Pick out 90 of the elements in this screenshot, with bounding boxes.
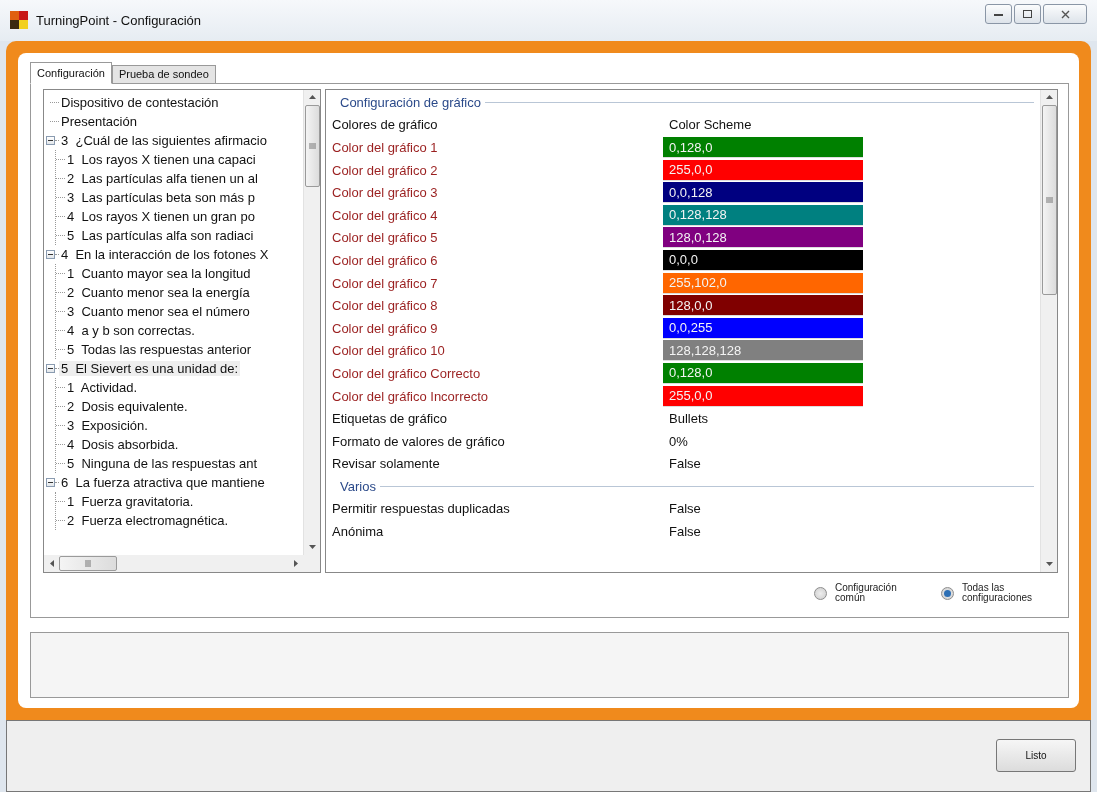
property-value[interactable]: Bullets xyxy=(663,411,863,427)
tree-item[interactable]: 5 Todas las respuestas anterior xyxy=(65,341,254,357)
property-name: Color del gráfico 4 xyxy=(332,207,439,223)
color-swatch[interactable]: 128,0,0 xyxy=(663,295,863,317)
done-button[interactable]: Listo xyxy=(996,739,1076,773)
property-name: Permitir respuestas duplicadas xyxy=(332,500,511,516)
property-name: Revisar solamente xyxy=(332,456,441,472)
property-name: Color del gráfico 1 xyxy=(332,140,439,155)
maximize-icon xyxy=(1023,10,1032,19)
property-name: Etiquetas de gráfico xyxy=(332,411,448,427)
property-name: Color del gráfico 6 xyxy=(332,252,439,268)
tree-item[interactable]: 4 En la interacción de los fotones X xyxy=(59,246,271,262)
property-value[interactable]: False xyxy=(663,523,863,539)
property-value[interactable]: Color Scheme xyxy=(663,117,863,133)
section-title: Configuración de gráfico xyxy=(340,95,481,111)
tree-item[interactable]: 6 La fuerza atractiva que mantiene xyxy=(59,474,267,490)
collapse-icon[interactable] xyxy=(46,249,55,259)
color-swatch[interactable]: 0,128,128 xyxy=(663,204,863,226)
property-name: Color del gráfico 7 xyxy=(332,275,439,291)
property-name: Color del gráfico Incorrecto xyxy=(332,388,490,404)
tree-item[interactable]: 3 Cuanto menor sea el número xyxy=(65,303,252,319)
color-swatch[interactable]: 0,0,128 xyxy=(663,182,863,204)
property-value[interactable]: 0% xyxy=(663,433,863,449)
scrollbar[interactable] xyxy=(44,554,303,572)
scroll-right-icon[interactable] xyxy=(293,559,298,567)
tree-item[interactable]: 1 Actividad. xyxy=(65,379,140,395)
scroll-up-icon[interactable] xyxy=(308,95,316,100)
tree-item[interactable]: 1 Cuanto mayor sea la longitud xyxy=(65,265,253,281)
radio-option[interactable]: Configuración común xyxy=(814,582,913,604)
minimize-button[interactable] xyxy=(985,4,1012,25)
color-swatch[interactable]: 0,128,0 xyxy=(663,362,863,384)
color-swatch[interactable]: 255,0,0 xyxy=(663,385,863,407)
scroll-up-icon[interactable] xyxy=(1045,95,1053,100)
grip-icon xyxy=(85,559,91,567)
app-logo-icon xyxy=(10,11,28,30)
property-name: Color del gráfico 3 xyxy=(332,185,439,201)
section-title: Varios xyxy=(340,478,376,494)
tree-item[interactable]: 5 El Sievert es una unidad de: xyxy=(59,360,241,376)
tree-item[interactable]: 3 Las partículas beta son más p xyxy=(65,189,257,205)
maximize-button[interactable] xyxy=(1014,4,1041,25)
tree-item[interactable]: Dispositivo de contestación xyxy=(59,94,221,110)
property-name: Color del gráfico 8 xyxy=(332,298,439,314)
color-swatch[interactable]: 0,0,0 xyxy=(663,249,863,271)
scroll-down-icon[interactable] xyxy=(308,545,316,550)
radio-icon[interactable] xyxy=(814,586,827,600)
tab[interactable]: Configuración xyxy=(30,61,112,84)
property-value[interactable]: False xyxy=(663,456,863,472)
color-swatch[interactable]: 128,128,128 xyxy=(663,340,863,362)
tree-item[interactable]: 2 Las partículas alfa tienen un al xyxy=(65,170,260,186)
grip-icon xyxy=(1045,196,1053,203)
tree-item[interactable]: 4 a y b son correctas. xyxy=(65,322,197,338)
tree-item[interactable]: 1 Los rayos X tienen una capaci xyxy=(65,151,258,167)
color-swatch[interactable]: 255,0,0 xyxy=(663,159,863,181)
tree-item[interactable]: 3 Exposición. xyxy=(65,417,150,433)
property-name: Color del gráfico 5 xyxy=(332,230,439,246)
tree-item[interactable]: 2 Dosis equivalente. xyxy=(65,398,190,414)
tab[interactable]: Prueba de sondeo xyxy=(111,64,216,84)
scroll-left-icon[interactable] xyxy=(49,559,54,567)
tree-item[interactable]: 4 Los rayos X tienen un gran po xyxy=(65,208,257,224)
property-value[interactable]: False xyxy=(663,500,863,516)
tree-item[interactable]: 1 Fuerza gravitatoria. xyxy=(65,493,196,509)
color-swatch[interactable]: 128,0,128 xyxy=(663,227,863,249)
tree-item[interactable]: 4 Dosis absorbida. xyxy=(65,436,181,452)
color-swatch[interactable]: 0,0,255 xyxy=(663,317,863,339)
collapse-icon[interactable] xyxy=(46,477,55,487)
tree-item[interactable]: 2 Fuerza electromagnética. xyxy=(65,512,231,528)
tree-item[interactable]: 5 Ninguna de las respuestas ant xyxy=(65,455,260,471)
tree-item[interactable]: 5 Las partículas alfa son radiaci xyxy=(65,227,256,243)
scroll-down-icon[interactable] xyxy=(1045,562,1053,567)
property-name: Formato de valores de gráfico xyxy=(332,433,506,449)
grip-icon xyxy=(308,142,316,149)
property-name: Color del gráfico 10 xyxy=(332,343,446,359)
tree-item[interactable]: Presentación xyxy=(59,113,139,129)
scrollbar[interactable] xyxy=(1040,89,1057,572)
property-name: Color del gráfico Correcto xyxy=(332,365,482,381)
property-name: Color del gráfico 9 xyxy=(332,320,439,336)
radio-icon[interactable] xyxy=(941,586,954,600)
tree-item[interactable]: 2 Cuanto menor sea la energía xyxy=(65,284,252,300)
property-name: Anónima xyxy=(332,523,385,539)
tree-item[interactable]: 3 ¿Cuál de las siguientes afirmacio xyxy=(59,132,269,148)
property-name: Colores de gráfico xyxy=(332,117,439,133)
collapse-icon[interactable] xyxy=(46,135,55,145)
minimize-icon xyxy=(994,12,1003,16)
collapse-icon[interactable] xyxy=(46,363,55,373)
scrollbar[interactable] xyxy=(303,89,320,555)
property-name: Color del gráfico 2 xyxy=(332,162,439,178)
color-swatch[interactable]: 0,128,0 xyxy=(663,137,863,158)
close-icon xyxy=(1060,9,1070,19)
window-title: TurningPoint - Configuración xyxy=(36,12,202,28)
radio-option[interactable]: Todas las configuraciones xyxy=(941,582,1040,604)
